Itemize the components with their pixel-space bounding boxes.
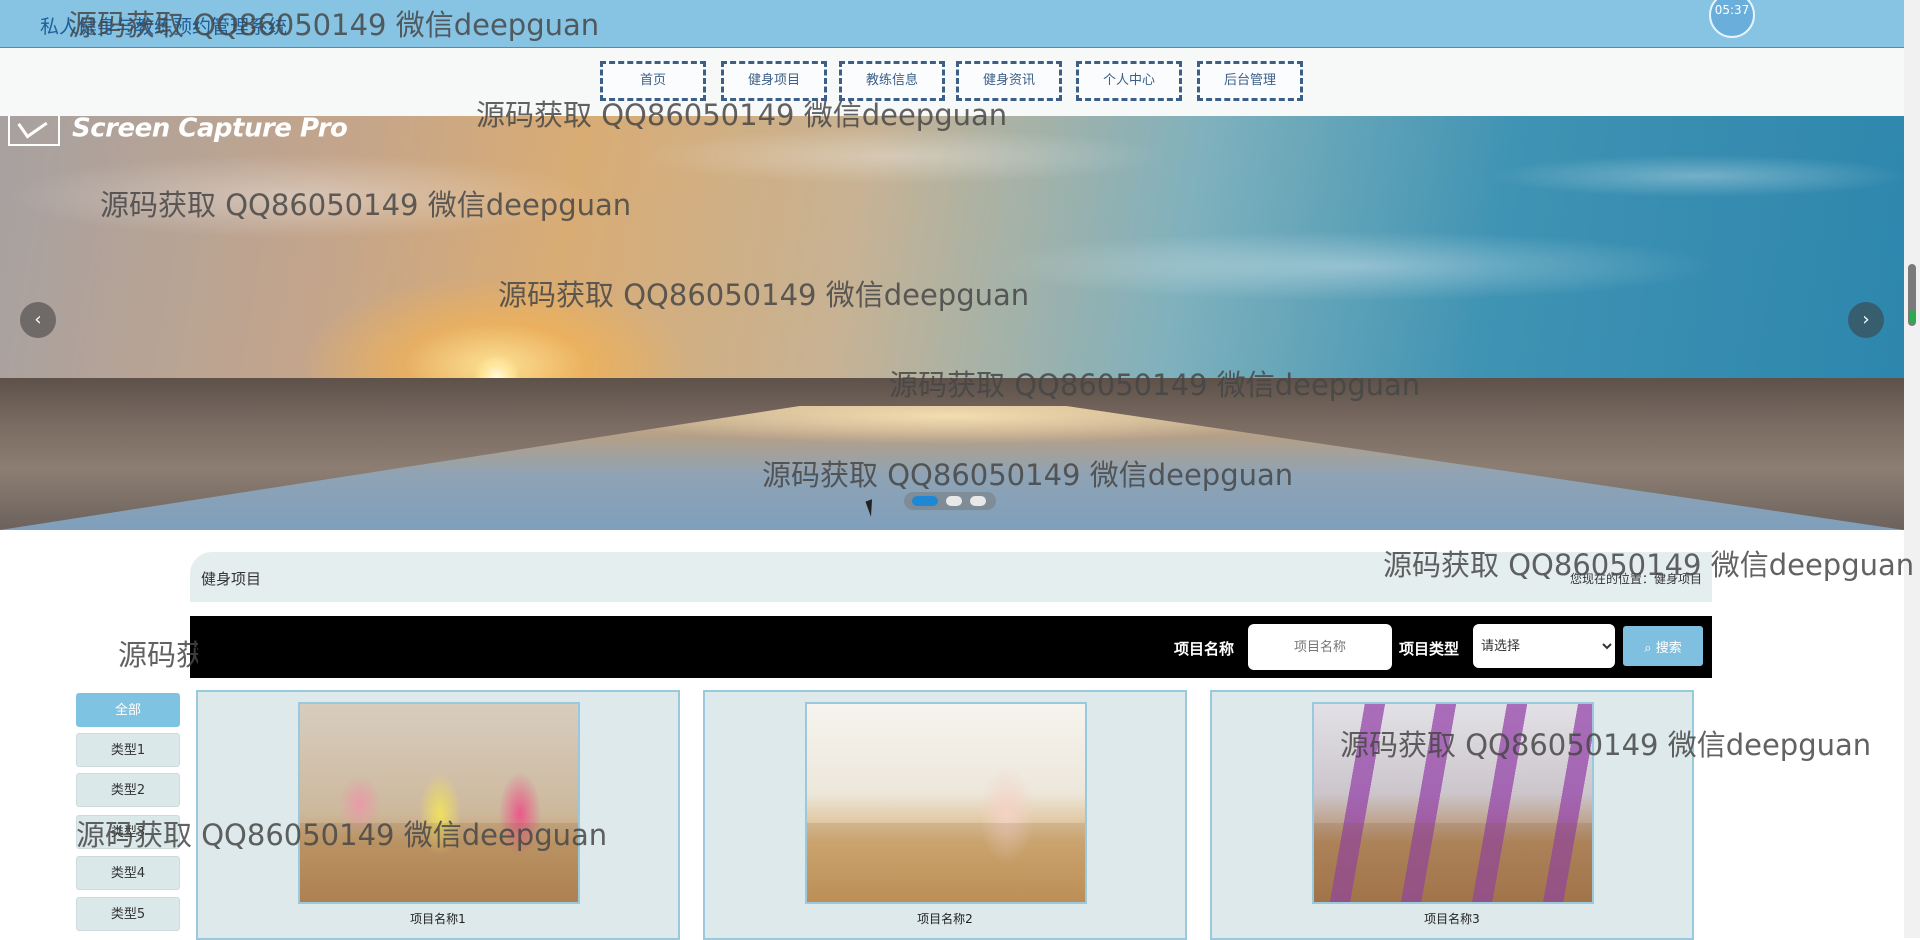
chevron-left-icon: ‹ xyxy=(34,309,42,330)
search-bar: 项目名称 项目类型 请选择 ⌕ 搜索 xyxy=(190,616,1712,678)
nav-item-admin[interactable]: 后台管理 xyxy=(1197,61,1303,101)
category-all[interactable]: 全部 xyxy=(76,693,180,727)
category-type2[interactable]: 类型2 xyxy=(76,773,180,807)
chevron-right-icon: › xyxy=(1862,309,1870,330)
clock-badge: 05:37 xyxy=(1709,0,1755,38)
watermark: 源码获取 QQ86050149 微信deepguan xyxy=(498,278,1030,312)
nav-item-profile[interactable]: 个人中心 xyxy=(1076,61,1182,101)
search-button[interactable]: ⌕ 搜索 xyxy=(1623,626,1703,666)
search-icon: ⌕ xyxy=(1644,640,1656,656)
logo-text: Screen Capture Pro xyxy=(72,116,348,144)
carousel-indicators xyxy=(904,492,996,510)
carousel-prev-button[interactable]: ‹ xyxy=(20,302,56,338)
watermark: 源码获取 QQ86050149 微信deepguan xyxy=(476,98,1008,132)
watermark: 源码获取 QQ86050149 微信deepguan xyxy=(1383,548,1915,582)
watermark: 源码获取 QQ86050149 微信deepguan xyxy=(762,458,1294,492)
carousel-next-button[interactable]: › xyxy=(1848,302,1884,338)
section-title: 健身项目 xyxy=(201,570,262,588)
watermark: 源码获取 QQ86050149 微信deepguan xyxy=(889,368,1421,402)
watermark: 源码获取 QQ86050149 微信deepguan xyxy=(1340,728,1872,762)
project-type-label: 项目类型 xyxy=(1399,640,1460,658)
scrollbar-thumb[interactable] xyxy=(1908,264,1916,326)
watermark: 源码获取 QQ86050149 微信deepguan xyxy=(76,818,608,852)
category-type5[interactable]: 类型5 xyxy=(76,897,180,931)
project-card[interactable]: 项目名称2 xyxy=(703,690,1187,940)
watermark: 源码获取 QQ86050149 微信deepguan xyxy=(100,188,632,222)
project-image-group-class[interactable] xyxy=(805,702,1087,904)
watermark: 源码获取 QQ86050149 微信deepguan xyxy=(68,8,600,42)
search-button-label: 搜索 xyxy=(1655,640,1682,656)
banner-clouds xyxy=(0,116,1904,376)
logo-mark-icon xyxy=(8,116,60,146)
carousel-dot-3[interactable] xyxy=(970,496,986,506)
scrollbar-track[interactable] xyxy=(1904,0,1920,938)
carousel-dot-1[interactable] xyxy=(912,496,938,506)
project-type-select[interactable]: 请选择 xyxy=(1473,624,1615,668)
project-name-input[interactable] xyxy=(1248,624,1392,670)
carousel-dot-2[interactable] xyxy=(946,496,962,506)
project-image-aerobics-steps[interactable] xyxy=(298,702,580,904)
watermark: 源码获取 QQ86050149 微信deepguan xyxy=(118,638,198,672)
project-name-label: 项目名称 xyxy=(1174,640,1235,658)
category-type4[interactable]: 类型4 xyxy=(76,856,180,890)
project-name: 项目名称3 xyxy=(1424,912,1480,926)
category-type1[interactable]: 类型1 xyxy=(76,733,180,767)
screen-capture-logo: Screen Capture Pro xyxy=(8,116,348,152)
project-name: 项目名称1 xyxy=(410,912,466,926)
project-name: 项目名称2 xyxy=(917,912,973,926)
